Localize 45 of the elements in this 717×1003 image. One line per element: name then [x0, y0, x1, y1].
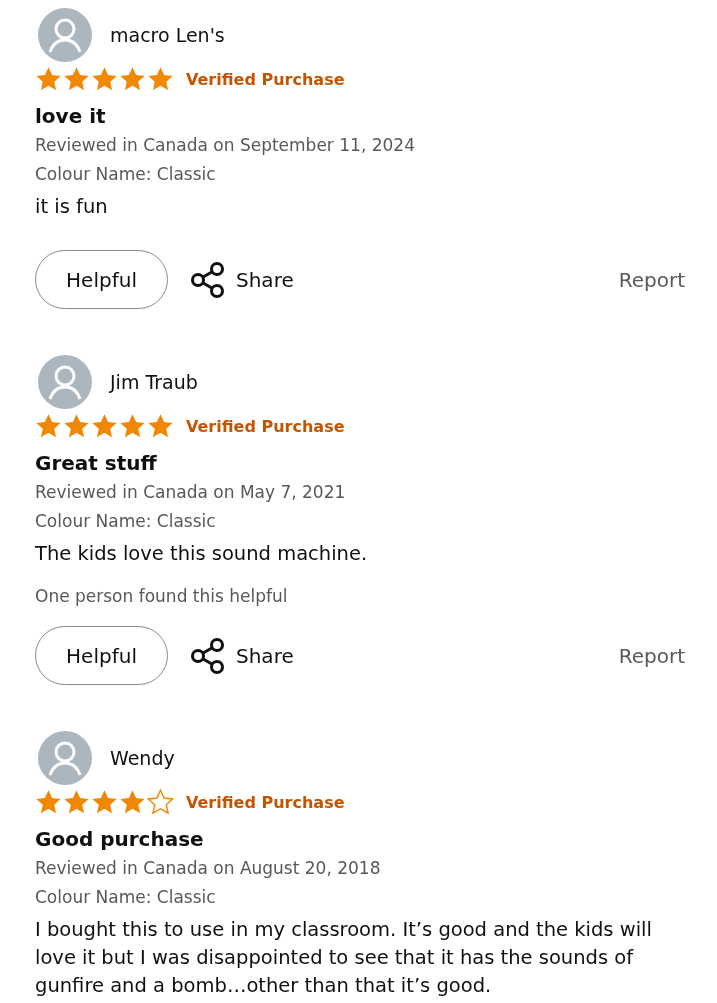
star-icon: [119, 66, 146, 92]
share-icon: [190, 260, 226, 299]
reviewer-name[interactable]: Jim Traub: [110, 371, 198, 393]
reviewer-name[interactable]: Wendy: [110, 747, 175, 769]
avatar-icon: [38, 731, 92, 785]
helpful-button[interactable]: Helpful: [35, 250, 168, 309]
star-icon: [35, 789, 62, 815]
share-button[interactable]: Share: [190, 260, 294, 299]
verified-purchase-label: Verified Purchase: [186, 792, 345, 812]
variant-label: Colour Name: Classic: [35, 163, 217, 186]
star-icon: [35, 413, 62, 439]
star-icon: [147, 413, 174, 439]
star-icon: [91, 413, 118, 439]
variant-label: Colour Name: Classic: [35, 510, 217, 533]
star-icon: [63, 789, 90, 815]
share-button[interactable]: Share: [190, 636, 294, 675]
review-title: Good purchase: [35, 826, 205, 853]
review-date: Reviewed in Canada on May 7, 2021: [35, 481, 347, 504]
avatar-icon: [38, 355, 92, 409]
review-title: love it: [35, 103, 107, 130]
review-text: The kids love this sound machine.: [35, 541, 369, 567]
review-title: Great stuff: [35, 450, 158, 477]
helpful-button[interactable]: Helpful: [35, 626, 168, 685]
helpful-count: One person found this helpful: [35, 585, 289, 608]
review-text: it is fun: [35, 194, 109, 220]
report-link[interactable]: Report: [618, 267, 685, 292]
verified-purchase-label: Verified Purchase: [186, 416, 345, 436]
variant-label: Colour Name: Classic: [35, 886, 217, 909]
star-icon: [91, 66, 118, 92]
star-icon: [35, 66, 62, 92]
reviewer-name[interactable]: macro Len's: [110, 24, 225, 46]
star-icon: [91, 789, 118, 815]
avatar-icon: [38, 8, 92, 62]
empty-star-icon: [147, 789, 174, 815]
share-icon: [190, 636, 226, 675]
star-icon: [119, 789, 146, 815]
star-icon: [147, 66, 174, 92]
star-icon: [119, 413, 146, 439]
star-icon: [63, 66, 90, 92]
review-text: I bought this to use in my classroom. It’s good and the kids will love it but I was disappointed to see that it has the sounds of gunfire and a bomb…other than that it’s good.: [35, 917, 653, 999]
verified-purchase-label: Verified Purchase: [186, 69, 345, 89]
star-icon: [63, 413, 90, 439]
report-link[interactable]: Report: [618, 643, 685, 668]
review-date: Reviewed in Canada on August 20, 2018: [35, 857, 382, 880]
review-date: Reviewed in Canada on September 11, 2024: [35, 134, 416, 157]
